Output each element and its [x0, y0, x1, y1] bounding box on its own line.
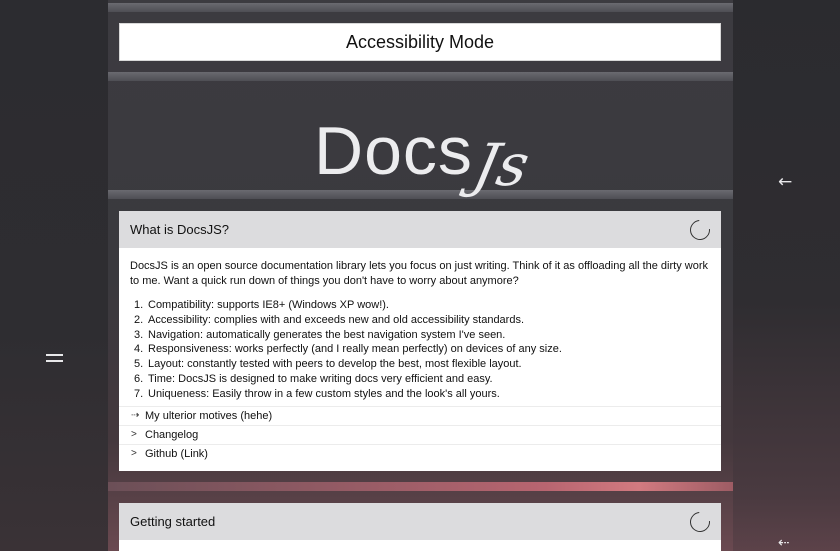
left-rail: [0, 0, 108, 551]
chevron-right-icon: >: [131, 429, 137, 441]
logo-docs-text: Docs: [314, 113, 473, 189]
feature-list: 1. Compatibility: supports IE8+ (Windows …: [134, 298, 710, 402]
intro-card-header[interactable]: What is DocsJS?: [119, 211, 721, 248]
accessibility-mode-button[interactable]: Accessibility Mode: [119, 23, 721, 61]
section-divider: [108, 482, 733, 491]
header-divider: [108, 72, 733, 81]
dashed-arrow-icon[interactable]: ⇠: [778, 535, 790, 551]
toggle-changelog[interactable]: > Changelog: [119, 424, 721, 444]
back-arrow-icon[interactable]: ←: [778, 172, 792, 192]
intro-card-title: What is DocsJS?: [130, 222, 229, 237]
getting-started-card: Getting started: [119, 503, 721, 551]
chevron-right-icon: >: [131, 448, 137, 460]
intro-card-body: DocsJS is an open source documentation l…: [119, 248, 721, 402]
list-item: 3. Navigation: automatically generates th…: [134, 328, 506, 341]
expandable-sections: ⇢ My ulterior motives (hehe) > Changelog…: [119, 405, 721, 463]
intro-description: DocsJS is an open source documentation l…: [130, 260, 708, 287]
list-item: 6. Time: DocsJS is designed to make writi…: [134, 372, 493, 385]
loading-spinner-icon[interactable]: [685, 215, 715, 244]
toggle-ulterior-motives[interactable]: ⇢ My ulterior motives (hehe): [119, 405, 721, 425]
list-item: 5. Layout: constantly tested with peers t…: [134, 358, 522, 371]
expand-arrow-icon: ⇢: [131, 410, 140, 422]
accessibility-mode-label: Accessibility Mode: [345, 31, 495, 52]
right-rail: [733, 0, 840, 551]
loading-spinner-icon[interactable]: [685, 507, 715, 536]
menu-icon[interactable]: [46, 354, 64, 366]
list-item: 1. Compatibility: supports IE8+ (Windows …: [134, 299, 389, 311]
getting-started-header[interactable]: Getting started: [119, 503, 721, 540]
intro-card: What is DocsJS? DocsJS is an open source…: [119, 211, 721, 471]
toggle-label: My ulterior motives (hehe): [145, 409, 273, 422]
top-divider: [108, 3, 733, 12]
toggle-label: Github (Link): [145, 447, 208, 460]
getting-started-body: [119, 540, 721, 551]
logo-divider: [108, 190, 733, 199]
list-item: 2. Accessibility: complies with and excee…: [134, 313, 525, 326]
toggle-github-link[interactable]: > Github (Link): [119, 443, 721, 463]
docsjs-logo: Docs Js: [314, 96, 544, 199]
list-item: 4. Responsiveness: works perfectly (and I…: [134, 343, 562, 356]
getting-started-title: Getting started: [130, 514, 216, 529]
list-item: 7. Uniqueness: Easily throw in a few cust…: [134, 387, 500, 400]
toggle-label: Changelog: [145, 428, 199, 441]
